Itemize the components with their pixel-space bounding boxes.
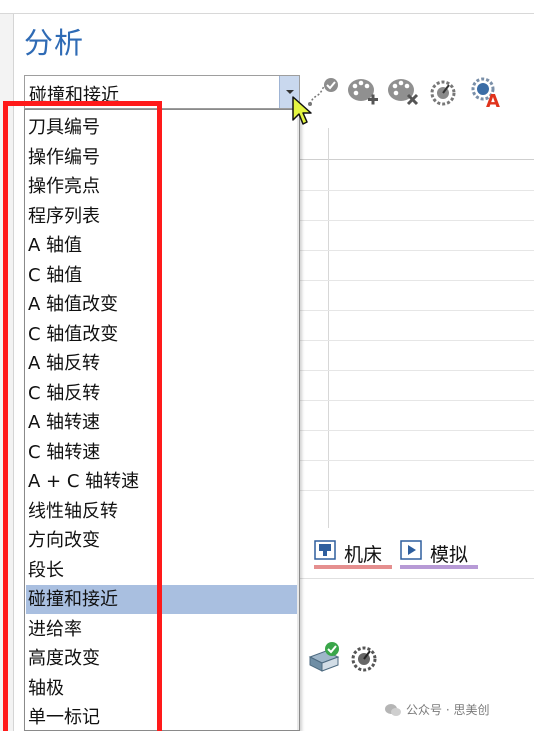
grid-row-line [300,250,534,251]
grid-row-line [300,340,534,341]
tab-simulation-label: 模拟 [430,544,469,566]
dropdown-scrollbar[interactable] [297,110,299,730]
grid-row-line [300,280,534,281]
tab-machine-label: 机床 [344,544,383,566]
grid-row-line [300,370,534,371]
top-strip [0,0,534,14]
wechat-icon [385,703,401,716]
watermark: 公众号 · 思美创 [384,701,489,718]
grid-header [300,128,534,160]
grid-row-line [300,310,534,311]
grid-row-line [300,490,534,491]
palette-remove-icon[interactable] [386,74,420,110]
color-letter-a-icon[interactable]: A [468,74,502,110]
watermark-text: 公众号 · 思美创 [406,703,490,717]
machine-tool-icon [314,540,336,560]
gauge-dial-icon[interactable] [346,641,382,675]
analysis-grid [300,128,534,528]
red-highlight-annotation [3,101,162,731]
svg-text:A: A [486,91,500,110]
tab-simulation-underline [400,565,478,569]
mouse-cursor-icon [292,96,312,125]
grid-row-line [300,460,534,461]
tab-machine-underline [314,565,392,569]
lower-divider [300,578,534,579]
grid-row-line [300,400,534,401]
stock-check-icon[interactable] [306,641,342,675]
palette-add-icon[interactable] [346,74,380,110]
grid-column-divider [328,128,329,528]
panel-title: 分析 [24,26,85,60]
gauge-dial-icon[interactable] [426,74,460,110]
grid-row-line [300,430,534,431]
grid-row-line [300,190,534,191]
play-simulation-icon [400,540,422,560]
grid-row-line [300,220,534,221]
